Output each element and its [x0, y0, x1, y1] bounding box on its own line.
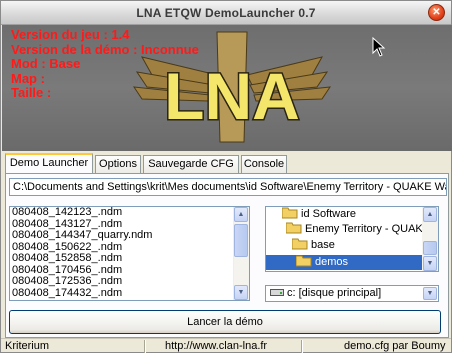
info-line: Version du jeu : 1.4 [11, 27, 130, 42]
file-list-scrollbar[interactable]: ▲ ▼ [233, 207, 249, 300]
status-divider [144, 340, 146, 353]
title-bar[interactable]: LNA ETQW DemoLauncher 0.7 ✕ [1, 1, 451, 25]
drive-select[interactable]: c: [disque principal] ▼ [265, 285, 439, 302]
status-credit: demo.cfg par Boumy [344, 340, 446, 352]
scroll-down-icon[interactable]: ▼ [423, 256, 437, 271]
launch-demo-button[interactable]: Lancer la démo [9, 310, 441, 334]
banner: LNA Version du jeu : 1.4 Version de la d… [2, 25, 452, 151]
list-item[interactable]: 080408_152858_.ndm [10, 252, 249, 265]
dir-tree-scrollbar[interactable]: ▲ ▼ [422, 207, 438, 271]
status-website: http://www.clan-lna.fr [165, 340, 268, 352]
open-folder-icon [292, 238, 308, 250]
demo-file-list[interactable]: 080408_142123_.ndm 080408_143127_.ndm 08… [9, 206, 250, 301]
list-item[interactable]: 080408_144347_quarry.ndm [10, 229, 249, 242]
tab-demo-launcher[interactable]: Demo Launcher [5, 153, 93, 173]
info-line: Mod : Base [11, 56, 81, 71]
open-folder-icon [286, 222, 302, 234]
scroll-thumb[interactable] [234, 224, 248, 257]
scroll-up-icon[interactable]: ▲ [234, 207, 248, 222]
scroll-thumb[interactable] [423, 241, 437, 255]
dir-item-selected[interactable]: demos [266, 255, 423, 270]
list-item[interactable]: 080408_174432_.ndm [10, 287, 249, 300]
dir-label: id Software [301, 208, 357, 220]
dir-item[interactable]: Enemy Territory - QUAKE Wars [286, 222, 438, 237]
open-folder-icon [282, 207, 298, 219]
status-author: Kriterium [5, 340, 50, 352]
open-folder-icon [296, 255, 312, 267]
scroll-up-icon[interactable]: ▲ [423, 207, 437, 222]
dir-label: base [311, 239, 335, 251]
dir-label: Enemy Territory - QUAKE Wars [305, 223, 438, 235]
dir-item[interactable]: id Software [282, 207, 356, 222]
status-divider [301, 340, 303, 353]
tab-sauvegarde-cfg[interactable]: Sauvegarde CFG [143, 155, 239, 173]
scroll-down-icon[interactable]: ▼ [234, 285, 248, 300]
list-item[interactable]: 080408_142123_.ndm [10, 207, 249, 219]
close-button[interactable]: ✕ [428, 4, 445, 21]
mouse-cursor-icon [372, 37, 386, 57]
path-field[interactable]: C:\Documents and Settings\krit\Mes docum… [9, 178, 447, 196]
drive-icon [270, 289, 284, 296]
status-bar: Kriterium http://www.clan-lna.fr demo.cf… [1, 338, 451, 353]
app-window: LNA ETQW DemoLauncher 0.7 ✕ LNA Version … [0, 0, 452, 353]
info-line: Taille : [11, 85, 52, 100]
tab-console[interactable]: Console [241, 155, 287, 173]
drive-value: c: [disque principal] [287, 287, 382, 299]
list-item[interactable]: 080408_172536_.ndm [10, 275, 249, 288]
chevron-down-icon[interactable]: ▼ [423, 287, 437, 300]
directory-tree[interactable]: id Software Enemy Territory - QUAKE Wars… [265, 206, 439, 272]
demo-info: Version du jeu : 1.4 Version de la démo … [11, 27, 199, 101]
tab-options[interactable]: Options [95, 155, 141, 173]
info-line: Version de la démo : Inconnue [11, 41, 199, 57]
window-title: LNA ETQW DemoLauncher 0.7 [136, 6, 316, 20]
close-icon: ✕ [432, 7, 441, 18]
info-line: Map : [11, 70, 45, 86]
drive-label: c: [disque principal] [270, 287, 381, 299]
dir-item[interactable]: base [292, 238, 335, 253]
dir-label: demos [315, 256, 349, 268]
